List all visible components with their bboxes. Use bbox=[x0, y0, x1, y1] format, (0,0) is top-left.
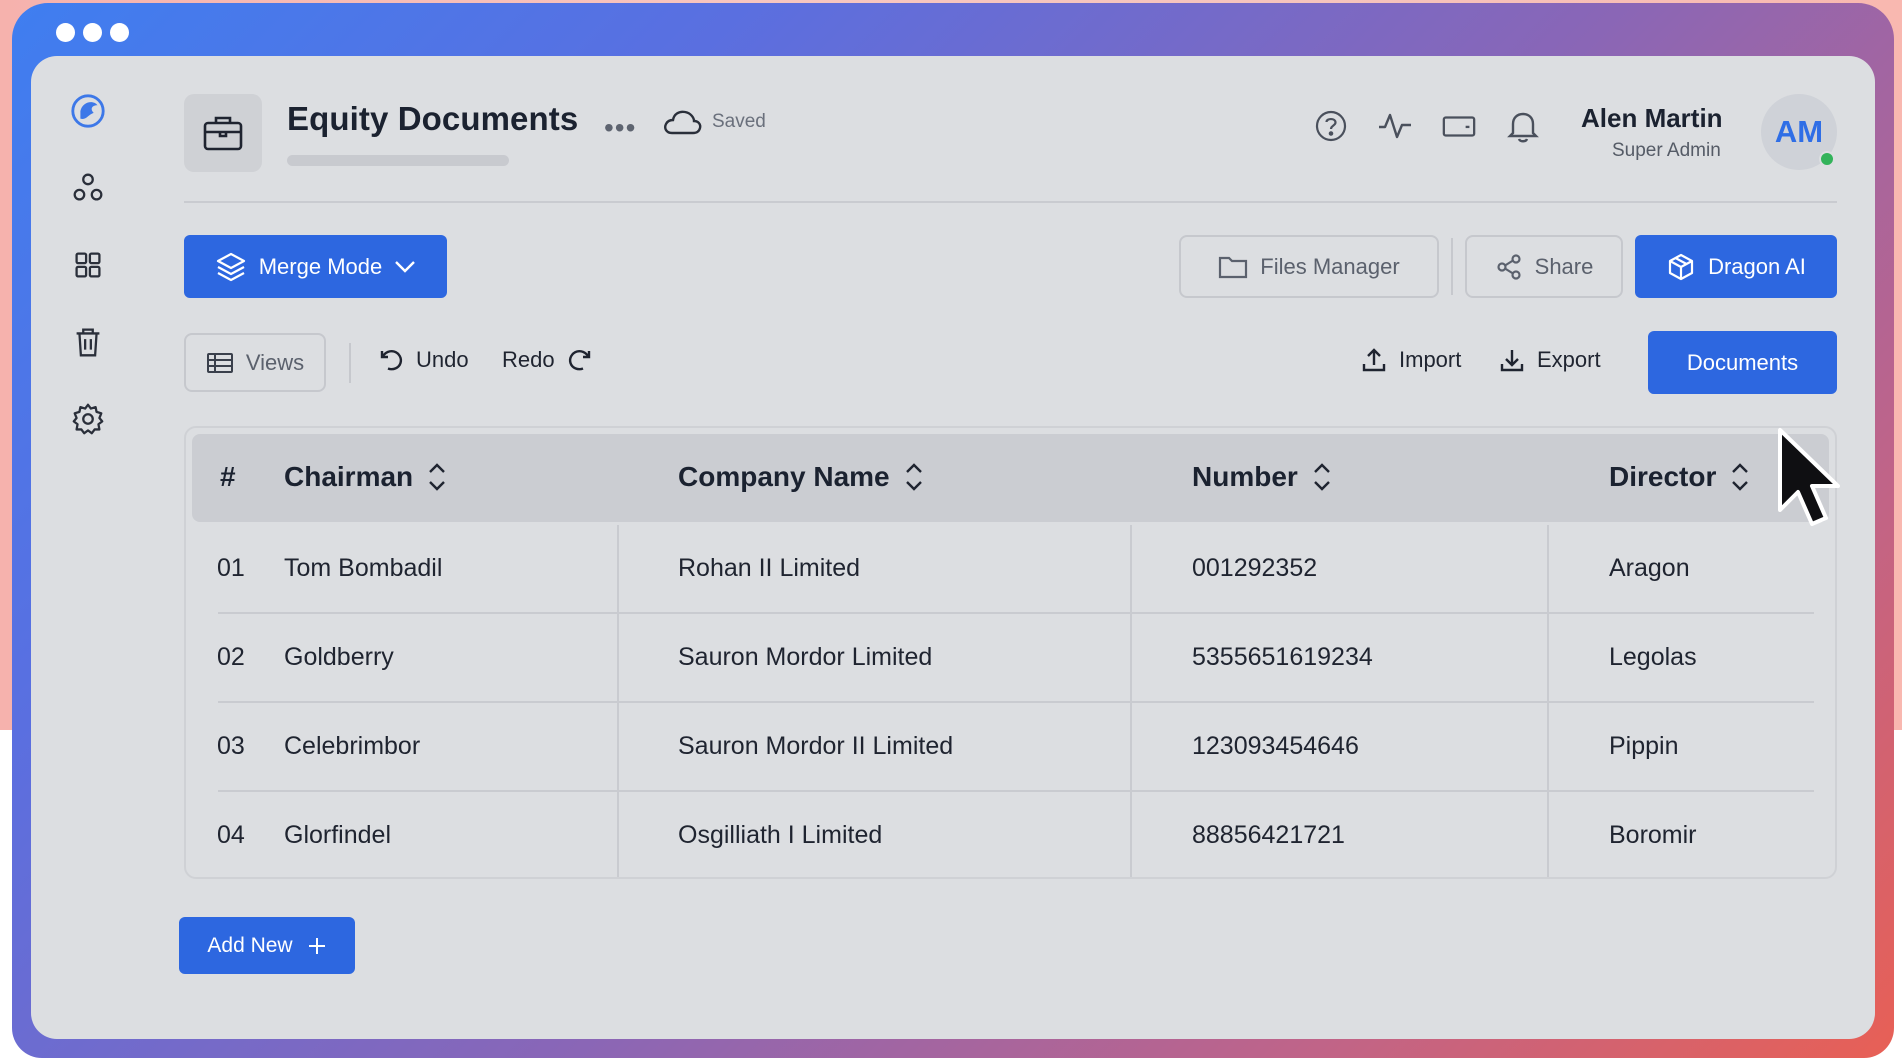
dragon-ai-label: Dragon AI bbox=[1708, 253, 1806, 279]
cell-number: 001292352 bbox=[1192, 554, 1318, 582]
download-icon bbox=[1500, 350, 1524, 372]
logo-icon[interactable] bbox=[63, 86, 113, 136]
app-window: Equity Documents ••• Saved Alen Martin S… bbox=[31, 56, 1875, 1039]
activity-icon[interactable] bbox=[1377, 108, 1413, 144]
redo-icon bbox=[568, 350, 590, 371]
column-header-index: # bbox=[220, 461, 236, 492]
cell-chairman: Glorfindel bbox=[284, 821, 391, 849]
files-manager-label: Files Manager bbox=[1260, 253, 1400, 279]
sidebar bbox=[63, 86, 113, 471]
cell-index: 01 bbox=[217, 554, 245, 582]
views-label: Views bbox=[245, 349, 305, 375]
table-row[interactable]: 02 Goldberry Sauron Mordor Limited 53556… bbox=[186, 614, 1835, 703]
documents-label: Documents bbox=[1686, 349, 1799, 375]
column-header-company-name[interactable]: Company Name bbox=[678, 461, 924, 493]
column-header-number[interactable]: Number bbox=[1192, 461, 1332, 493]
help-icon[interactable] bbox=[1313, 108, 1349, 144]
toolbar-divider bbox=[349, 343, 351, 383]
column-header-chairman[interactable]: Chairman bbox=[284, 461, 447, 493]
cell-chairman: Goldberry bbox=[284, 643, 394, 671]
dragon-ai-button[interactable]: Dragon AI bbox=[1635, 235, 1837, 298]
redo-button[interactable]: Redo bbox=[502, 346, 594, 374]
user-role: Super Admin bbox=[1612, 140, 1721, 161]
merge-mode-label: Merge Mode bbox=[258, 253, 383, 279]
table-icon bbox=[206, 352, 233, 373]
views-button[interactable]: Views bbox=[184, 333, 326, 392]
table-header: # Chairman Company Name Number Director bbox=[192, 434, 1829, 522]
page-title: Equity Documents bbox=[287, 100, 579, 137]
table-row[interactable]: 01 Tom Bombadil Rohan II Limited 0012923… bbox=[186, 525, 1835, 614]
header-divider bbox=[184, 201, 1837, 203]
documents-button[interactable]: Documents bbox=[1648, 331, 1837, 394]
window-dot[interactable] bbox=[56, 23, 75, 42]
documents-table: # Chairman Company Name Number Director bbox=[184, 426, 1837, 879]
cell-chairman: Celebrimbor bbox=[284, 732, 421, 760]
sort-icon[interactable] bbox=[904, 462, 924, 492]
sort-icon[interactable] bbox=[427, 462, 447, 492]
online-status-dot bbox=[1819, 151, 1835, 167]
window-dot[interactable] bbox=[110, 23, 129, 42]
import-button[interactable]: Import bbox=[1360, 346, 1461, 374]
grid-icon[interactable] bbox=[63, 240, 113, 290]
table-row[interactable]: 03 Celebrimbor Sauron Mordor II Limited … bbox=[186, 703, 1835, 792]
title-progress-bar bbox=[287, 155, 509, 166]
undo-label: Undo bbox=[416, 347, 469, 372]
cell-company-name: Sauron Mordor II Limited bbox=[678, 732, 954, 760]
chevron-down-icon bbox=[395, 260, 416, 273]
window-controls bbox=[56, 23, 129, 42]
cell-director: Legolas bbox=[1609, 643, 1697, 671]
users-icon[interactable] bbox=[63, 163, 113, 213]
add-new-button[interactable]: Add New bbox=[179, 917, 355, 974]
cell-index: 04 bbox=[217, 821, 245, 849]
column-header-director[interactable]: Director bbox=[1609, 461, 1750, 493]
undo-button[interactable]: Undo bbox=[377, 346, 469, 374]
add-new-label: Add New bbox=[207, 933, 293, 957]
toolbar-divider bbox=[1451, 238, 1453, 295]
export-label: Export bbox=[1537, 347, 1601, 372]
bell-icon[interactable] bbox=[1505, 108, 1541, 144]
import-label: Import bbox=[1399, 347, 1462, 372]
files-manager-button[interactable]: Files Manager bbox=[1179, 235, 1439, 298]
layers-icon bbox=[216, 252, 245, 281]
cell-number: 123093454646 bbox=[1192, 732, 1359, 760]
cell-director: Pippin bbox=[1609, 732, 1679, 760]
cell-company-name: Osgilliath I Limited bbox=[678, 821, 883, 849]
export-button[interactable]: Export bbox=[1498, 346, 1601, 374]
upload-icon bbox=[1362, 348, 1386, 372]
cloud-icon bbox=[661, 106, 703, 143]
briefcase-icon bbox=[184, 94, 262, 172]
cell-number: 88856421721 bbox=[1192, 821, 1345, 849]
header-icons bbox=[1313, 108, 1541, 144]
mouse-cursor-icon bbox=[1778, 428, 1840, 526]
cell-company-name: Rohan II Limited bbox=[678, 554, 861, 582]
save-status: Saved bbox=[712, 111, 766, 132]
cell-director: Aragon bbox=[1609, 554, 1690, 582]
cell-index: 02 bbox=[217, 643, 245, 671]
user-name: Alen Martin bbox=[1581, 103, 1723, 133]
share-label: Share bbox=[1534, 253, 1594, 279]
plus-icon bbox=[308, 937, 325, 954]
cell-index: 03 bbox=[217, 732, 245, 760]
more-options-button[interactable]: ••• bbox=[604, 112, 636, 144]
share-icon bbox=[1497, 253, 1521, 280]
share-button[interactable]: Share bbox=[1465, 235, 1623, 298]
window-dot[interactable] bbox=[83, 23, 102, 42]
redo-label: Redo bbox=[502, 347, 555, 372]
cell-chairman: Tom Bombadil bbox=[284, 554, 443, 582]
sort-icon[interactable] bbox=[1730, 462, 1750, 492]
cell-number: 5355651619234 bbox=[1192, 643, 1373, 671]
wallet-icon[interactable] bbox=[1441, 108, 1477, 144]
cube-icon bbox=[1668, 253, 1694, 280]
sort-icon[interactable] bbox=[1312, 462, 1332, 492]
folder-icon bbox=[1219, 256, 1248, 278]
settings-icon[interactable] bbox=[63, 394, 113, 444]
cell-director: Boromir bbox=[1609, 821, 1697, 849]
undo-icon bbox=[380, 350, 403, 371]
trash-icon[interactable] bbox=[63, 317, 113, 367]
merge-mode-button[interactable]: Merge Mode bbox=[184, 235, 447, 298]
cell-company-name: Sauron Mordor Limited bbox=[678, 643, 933, 671]
table-row[interactable]: 04 Glorfindel Osgilliath I Limited 88856… bbox=[186, 792, 1835, 877]
